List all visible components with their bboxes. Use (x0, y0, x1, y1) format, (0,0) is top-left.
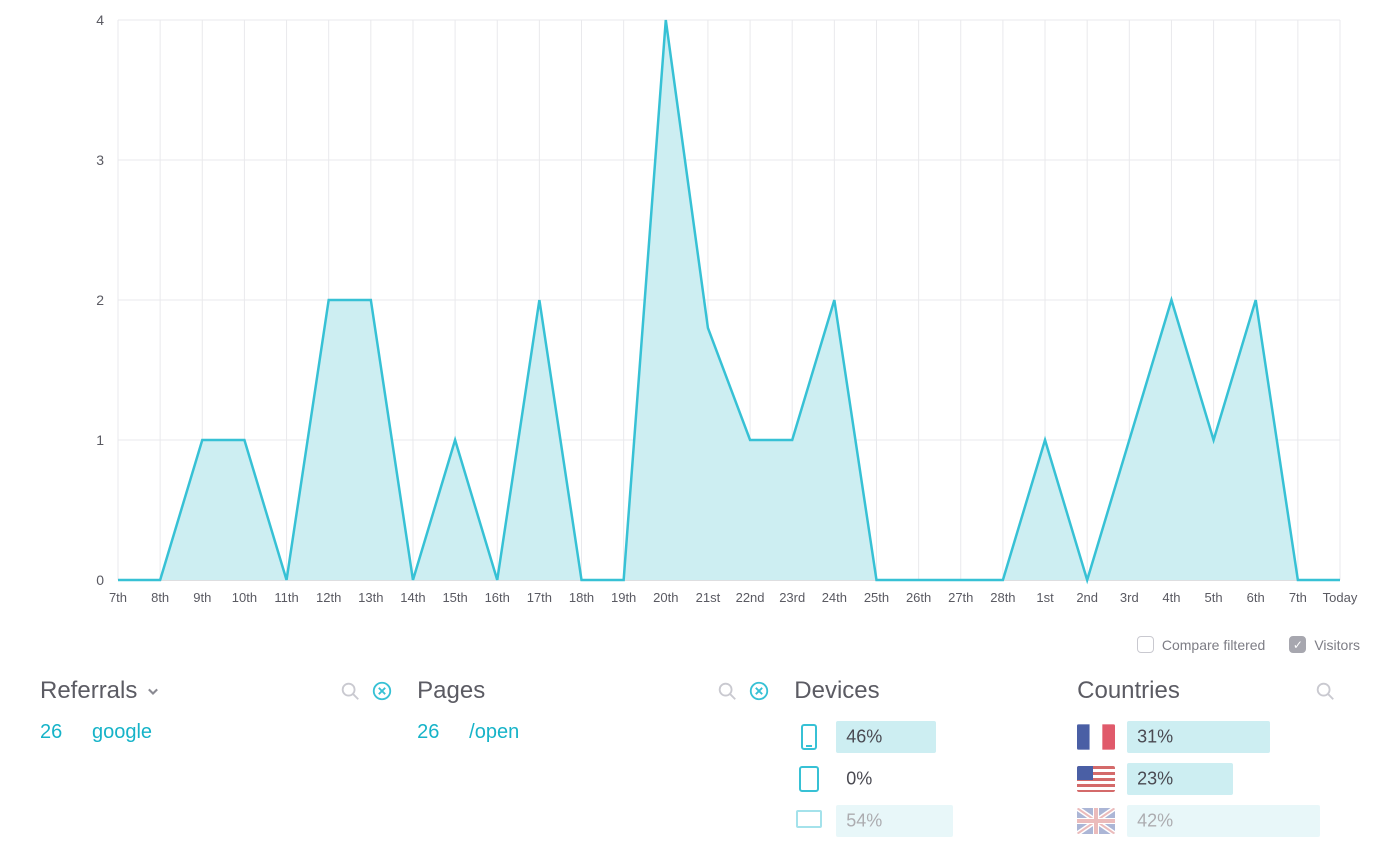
svg-text:25th: 25th (864, 590, 889, 605)
svg-text:14th: 14th (400, 590, 425, 605)
svg-text:9th: 9th (193, 590, 211, 605)
clear-filter-icon[interactable] (748, 680, 770, 702)
svg-text:4th: 4th (1162, 590, 1180, 605)
svg-text:1st: 1st (1036, 590, 1054, 605)
tablet-icon (794, 765, 824, 793)
referral-value: 26 (40, 721, 72, 744)
svg-text:13th: 13th (358, 590, 383, 605)
device-row-mobile[interactable]: 46% (794, 721, 1053, 753)
page-value: 26 (417, 721, 449, 744)
svg-text:Today: Today (1323, 590, 1358, 605)
search-icon[interactable] (716, 680, 738, 702)
countries-panel: Countries 31% 23% (1077, 677, 1360, 847)
device-percent: 0% (846, 769, 872, 790)
search-icon[interactable] (339, 680, 361, 702)
svg-text:24th: 24th (822, 590, 847, 605)
device-row-desktop[interactable]: 54% (794, 805, 1053, 837)
svg-text:20th: 20th (653, 590, 678, 605)
devices-title: Devices (794, 677, 879, 705)
compare-label: Compare filtered (1162, 637, 1266, 653)
svg-text:16th: 16th (485, 590, 510, 605)
country-percent: 23% (1137, 769, 1173, 790)
chart-legend: Compare filtered Visitors (0, 620, 1400, 653)
svg-text:7th: 7th (1289, 590, 1307, 605)
visitors-label: Visitors (1314, 637, 1360, 653)
svg-text:0: 0 (96, 572, 104, 588)
svg-text:8th: 8th (151, 590, 169, 605)
svg-text:28th: 28th (990, 590, 1015, 605)
country-row-fr[interactable]: 31% (1077, 721, 1336, 753)
chart-svg: 0 1 2 3 4 7th 8th 9th 10th 11th 12th 13th 14th 15th 16… (40, 10, 1360, 620)
device-percent: 46% (846, 727, 882, 748)
country-percent: 31% (1137, 727, 1173, 748)
svg-text:2: 2 (96, 292, 104, 308)
svg-text:7th: 7th (109, 590, 127, 605)
search-icon[interactable] (1314, 680, 1336, 702)
mobile-icon (794, 723, 824, 751)
svg-text:15th: 15th (442, 590, 467, 605)
device-bar: 0% (836, 763, 1053, 795)
svg-text:27th: 27th (948, 590, 973, 605)
svg-text:4: 4 (96, 12, 104, 28)
svg-text:21st: 21st (696, 590, 721, 605)
svg-text:5th: 5th (1205, 590, 1223, 605)
flag-us-icon (1077, 766, 1115, 792)
country-row-us[interactable]: 23% (1077, 763, 1336, 795)
svg-text:6th: 6th (1247, 590, 1265, 605)
referral-label: google (92, 721, 152, 744)
visitors-chart: 0 1 2 3 4 7th 8th 9th 10th 11th 12th 13th 14th 15th 16… (0, 0, 1400, 620)
svg-text:3: 3 (96, 152, 104, 168)
page-label: /open (469, 721, 519, 744)
referrals-dropdown[interactable]: Referrals (40, 677, 163, 705)
svg-text:3rd: 3rd (1120, 590, 1139, 605)
svg-text:19th: 19th (611, 590, 636, 605)
page-item[interactable]: 26 /open (417, 721, 770, 744)
countries-title: Countries (1077, 677, 1180, 705)
svg-text:11th: 11th (274, 590, 298, 605)
visitors-toggle[interactable]: Visitors (1289, 636, 1360, 653)
compare-filtered-toggle[interactable]: Compare filtered (1137, 636, 1266, 653)
svg-text:12th: 12th (316, 590, 341, 605)
desktop-icon (794, 809, 824, 833)
referral-item[interactable]: 26 google (40, 721, 393, 744)
pages-title: Pages (417, 677, 485, 705)
device-row-tablet[interactable]: 0% (794, 763, 1053, 795)
flag-fr-icon (1077, 724, 1115, 750)
svg-text:23rd: 23rd (779, 590, 805, 605)
country-bar: 23% (1127, 763, 1336, 795)
chevron-down-icon (143, 681, 163, 701)
stats-panels: Referrals 26 google Pages (0, 653, 1400, 847)
device-bar: 46% (836, 721, 1053, 753)
referrals-title: Referrals (40, 677, 137, 705)
svg-text:17th: 17th (527, 590, 552, 605)
country-row-gb[interactable]: 42% (1077, 805, 1336, 837)
svg-text:2nd: 2nd (1076, 590, 1098, 605)
svg-text:18th: 18th (569, 590, 594, 605)
svg-text:22nd: 22nd (736, 590, 765, 605)
referrals-panel: Referrals 26 google (40, 677, 417, 847)
devices-panel: Devices 46% 0% 54% (794, 677, 1077, 847)
svg-text:10th: 10th (232, 590, 257, 605)
pages-panel: Pages 26 /open (417, 677, 794, 847)
country-bar: 42% (1127, 805, 1336, 837)
flag-gb-icon (1077, 808, 1115, 834)
svg-text:26th: 26th (906, 590, 931, 605)
svg-text:1: 1 (96, 432, 104, 448)
clear-filter-icon[interactable] (371, 680, 393, 702)
country-bar: 31% (1127, 721, 1336, 753)
device-bar: 54% (836, 805, 1053, 837)
